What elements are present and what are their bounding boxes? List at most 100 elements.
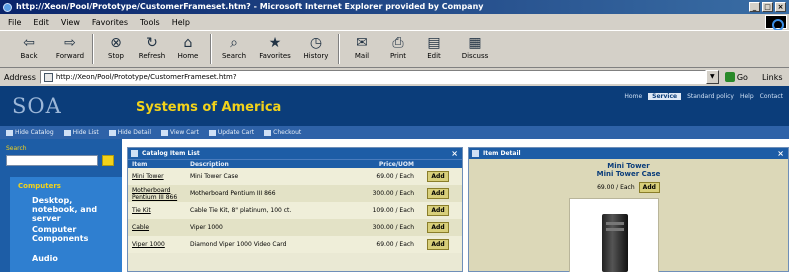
item-link[interactable]: Mini Tower: [128, 173, 186, 180]
detail-add-button[interactable]: Add: [638, 182, 660, 193]
menu-tools[interactable]: Tools: [140, 18, 160, 27]
item-link[interactable]: Cable: [128, 224, 186, 231]
home-label: Home: [177, 52, 199, 60]
discuss-button[interactable]: ▦ Discuss: [452, 34, 498, 60]
forward-label: Forward: [55, 52, 85, 60]
search-button[interactable]: ⌕ Search: [216, 34, 252, 60]
page-icon: [43, 72, 53, 82]
detail-title: Item Detail: [483, 150, 521, 157]
discuss-icon: ▦: [468, 35, 482, 51]
table-row: Viper 1000 Diamond Viper 1000 Video Card…: [128, 236, 462, 253]
refresh-button[interactable]: ↻ Refresh: [134, 34, 170, 60]
edit-label: Edit: [427, 52, 441, 60]
back-button[interactable]: ⇦ Back: [6, 34, 52, 60]
nav-help[interactable]: Help: [740, 93, 754, 100]
category-components[interactable]: Computer Components: [32, 225, 118, 243]
add-button[interactable]: Add: [427, 222, 449, 233]
table-row: Cable Viper 1000 300.00 / Each Add: [128, 219, 462, 236]
edit-icon: ▤: [427, 35, 441, 51]
favorites-button[interactable]: ★ Favorites: [252, 34, 298, 60]
menu-view[interactable]: View: [61, 18, 80, 27]
history-button[interactable]: ◷ History: [298, 34, 334, 60]
header-description[interactable]: Description: [186, 160, 336, 168]
home-button[interactable]: ⌂ Home: [170, 34, 206, 60]
item-price: 109.00 / Each: [372, 207, 414, 214]
category-audio[interactable]: Audio: [32, 254, 118, 263]
menu-help[interactable]: Help: [172, 18, 190, 27]
menu-favorites[interactable]: Favorites: [92, 18, 128, 27]
menu-file[interactable]: File: [8, 18, 21, 27]
stop-button[interactable]: ⊗ Stop: [98, 34, 134, 60]
site-search-input[interactable]: [6, 155, 98, 166]
catalog-panel: Catalog Item List × Item Description Pri…: [127, 147, 463, 272]
toolbar-separator: [210, 34, 212, 64]
item-price: 300.00 / Each: [372, 224, 414, 231]
item-description: Cable Tie Kit, 8" platinum, 100 ct.: [190, 207, 292, 214]
header-price[interactable]: Price/UOM: [336, 160, 418, 168]
nav-service[interactable]: Service: [648, 93, 682, 100]
detail-item-name: Mini Tower: [607, 162, 650, 170]
site-logo[interactable]: SOA: [12, 94, 62, 118]
hide-catalog-button[interactable]: Hide Catalog: [6, 129, 54, 136]
forward-arrow-icon: ⇨: [64, 35, 76, 51]
item-link[interactable]: Viper 1000: [128, 241, 186, 248]
hide-catalog-label: Hide Catalog: [15, 129, 54, 136]
links-button[interactable]: Links: [762, 73, 783, 82]
catalog-rows: Mini Tower Mini Tower Case 69.00 / Each …: [128, 168, 462, 253]
close-button[interactable]: ×: [775, 2, 786, 12]
catalog-title: Catalog Item List: [142, 150, 200, 157]
detail-icon: [472, 150, 479, 157]
drive-bay: [606, 222, 624, 225]
address-input[interactable]: http://Xeon/Pool/Prototype/CustomerFrame…: [39, 70, 706, 84]
toolbar-separator: [92, 34, 94, 64]
print-button[interactable]: ⎙ Print: [380, 34, 416, 60]
item-link[interactable]: Motherboard Pentium III 866: [128, 187, 186, 201]
search-icon: ⌕: [230, 35, 238, 51]
nav-standard-policy[interactable]: Standard policy: [687, 93, 734, 100]
address-value: http://Xeon/Pool/Prototype/CustomerFrame…: [55, 73, 237, 81]
close-icon[interactable]: ×: [777, 148, 784, 159]
go-button[interactable]: Go: [724, 72, 748, 82]
mail-icon: ✉: [356, 35, 368, 51]
back-label: Back: [20, 52, 38, 60]
edit-button[interactable]: ▤ Edit: [416, 34, 452, 60]
mail-button[interactable]: ✉ Mail: [344, 34, 380, 60]
category-desktop[interactable]: Desktop, notebook, and server: [32, 196, 118, 223]
update-cart-button[interactable]: Update Cart: [208, 129, 254, 136]
detail-title-bar: Item Detail ×: [469, 148, 788, 159]
minimize-button[interactable]: _: [749, 2, 760, 12]
go-label: Go: [736, 72, 748, 82]
item-price: 69.00 / Each: [376, 241, 414, 248]
header-item[interactable]: Item: [128, 160, 186, 168]
close-icon[interactable]: ×: [451, 148, 458, 159]
view-cart-button[interactable]: View Cart: [160, 129, 199, 136]
menu-edit[interactable]: Edit: [33, 18, 49, 27]
item-link[interactable]: Tie Kit: [128, 207, 186, 214]
add-button[interactable]: Add: [427, 205, 449, 216]
item-description: Mini Tower Case: [190, 173, 239, 180]
checkout-button[interactable]: Checkout: [264, 129, 301, 136]
hide-list-button[interactable]: Hide List: [63, 129, 99, 136]
site-toolbar: Hide Catalog Hide List Hide Detail View …: [0, 126, 789, 139]
hide-detail-button[interactable]: Hide Detail: [108, 129, 151, 136]
site-nav: Home Service Standard policy Help Contac…: [624, 93, 783, 100]
add-button[interactable]: Add: [427, 239, 449, 250]
refresh-icon: ↻: [146, 35, 158, 51]
list-icon: [63, 129, 71, 136]
catalog-list-icon: [131, 150, 138, 157]
nav-home[interactable]: Home: [624, 93, 642, 100]
detail-item-description: Mini Tower Case: [596, 170, 661, 178]
forward-button[interactable]: ⇨ Forward: [52, 34, 88, 60]
discuss-label: Discuss: [461, 52, 489, 60]
window-titlebar: http://Xeon/Pool/Prototype/CustomerFrame…: [0, 0, 789, 14]
address-dropdown-button[interactable]: ▼: [705, 70, 719, 84]
category-header[interactable]: Computers: [18, 182, 61, 190]
add-button[interactable]: Add: [427, 188, 449, 199]
maximize-button[interactable]: □: [762, 2, 773, 12]
stop-icon: ⊗: [110, 35, 122, 51]
site-search-button[interactable]: [102, 155, 114, 166]
nav-contact[interactable]: Contact: [760, 93, 783, 100]
add-button[interactable]: Add: [427, 171, 449, 182]
ie-logo-icon: [3, 3, 12, 12]
product-image: [569, 198, 659, 272]
